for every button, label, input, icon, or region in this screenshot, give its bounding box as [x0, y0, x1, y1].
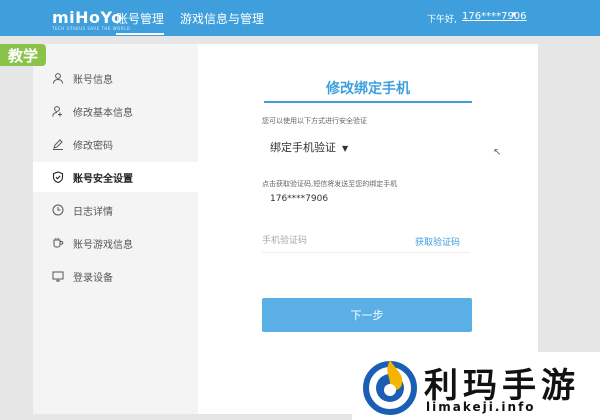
user-icon	[51, 71, 65, 85]
sidebar: 账号信息 修改基本信息 修改密码 账号安全设置 日志详情 账号游戏信息 登录设备	[33, 44, 198, 414]
sidebar-item-game-info[interactable]: 账号游戏信息	[33, 228, 198, 258]
user-edit-icon	[51, 104, 65, 118]
tutorial-badge: 教学	[0, 44, 46, 66]
sidebar-item-change-password[interactable]: 修改密码	[33, 129, 198, 159]
sidebar-item-login-devices[interactable]: 登录设备	[33, 261, 198, 291]
nav-game-info[interactable]: 游戏信息与管理	[180, 10, 264, 27]
title-underline	[264, 101, 472, 103]
sms-hint: 点击获取验证码,短信将发送至您的绑定手机	[262, 180, 398, 188]
pencil-icon	[51, 137, 65, 151]
next-step-button[interactable]: 下一步	[262, 298, 472, 332]
sidebar-item-label: 账号安全设置	[73, 173, 133, 185]
verification-code-row: 获取验证码	[262, 230, 470, 253]
watermark-url: limakeji.info	[426, 400, 536, 414]
verify-hint: 您可以使用以下方式进行安全验证	[262, 117, 367, 125]
sidebar-item-label: 修改密码	[73, 140, 113, 152]
sidebar-item-account-info[interactable]: 账号信息	[33, 63, 198, 93]
verify-method-value: 绑定手机验证	[270, 141, 336, 154]
sidebar-item-label: 修改基本信息	[73, 107, 133, 119]
monitor-icon	[51, 269, 65, 283]
sidebar-item-label: 登录设备	[73, 272, 113, 284]
mouse-cursor-icon: ↖	[493, 147, 502, 158]
top-bar: miHoYo TECH OTAKUS SAVE THE WORLD 账号管理 游…	[0, 0, 600, 36]
watermark: 利玛手游 limakeji.info	[352, 352, 600, 420]
sidebar-item-label: 账号信息	[73, 74, 113, 86]
sidebar-item-security-settings[interactable]: 账号安全设置	[33, 162, 198, 192]
verification-code-input[interactable]	[262, 230, 402, 252]
caret-down-icon: ▼	[342, 144, 349, 153]
get-code-button[interactable]: 获取验证码	[415, 235, 460, 248]
bound-phone-number: 176****7906	[270, 194, 329, 204]
sidebar-item-label: 账号游戏信息	[73, 239, 133, 251]
sidebar-item-log-details[interactable]: 日志详情	[33, 195, 198, 225]
nav-account-management[interactable]: 账号管理	[116, 10, 165, 35]
sidebar-item-edit-basic-info[interactable]: 修改基本信息	[33, 96, 198, 126]
clock-icon	[51, 203, 65, 217]
caret-down-icon[interactable]: ▾	[512, 10, 517, 20]
page-title: 修改绑定手机	[326, 81, 410, 97]
sidebar-item-label: 日志详情	[73, 206, 113, 218]
mihoyo-logo[interactable]: miHoYo	[52, 8, 123, 27]
cup-icon	[51, 236, 65, 250]
watermark-logo-icon	[363, 360, 417, 415]
verify-method-select[interactable]: 绑定手机验证 ▼	[270, 139, 348, 155]
shield-icon	[51, 170, 65, 184]
greeting-text: 下午好,	[427, 15, 457, 25]
